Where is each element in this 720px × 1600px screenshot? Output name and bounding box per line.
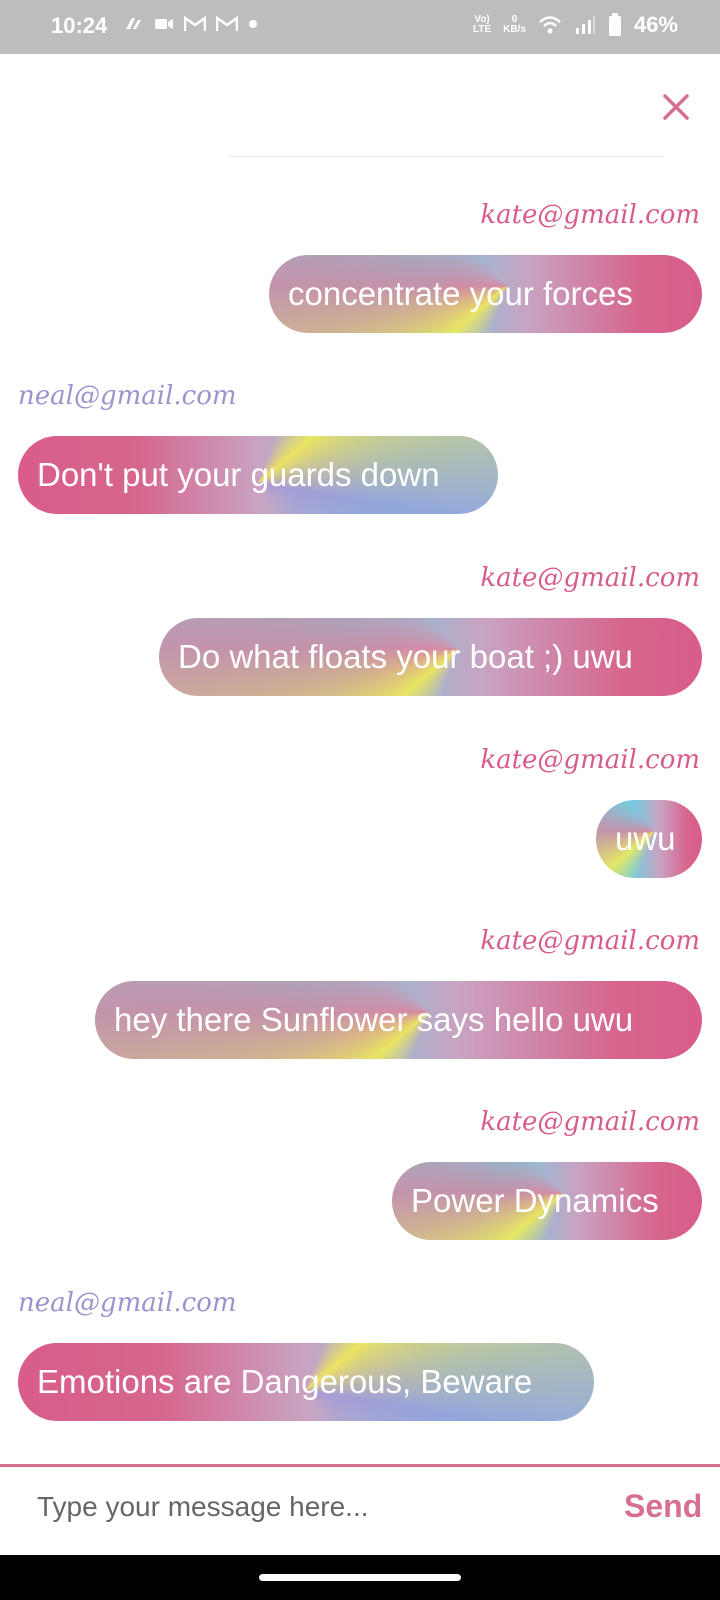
message-sender: kate@gmail.com: [480, 1107, 700, 1137]
signal-icon: [575, 16, 595, 34]
gmail-icon: [184, 16, 206, 31]
network-speed: 0 KB/s: [503, 14, 526, 35]
more-dot-icon: [249, 20, 257, 28]
message-sender: kate@gmail.com: [480, 563, 700, 593]
volte-lte-icon: Vo) LTE: [473, 14, 492, 35]
send-button[interactable]: Send: [624, 1488, 702, 1525]
battery-icon: [608, 13, 621, 36]
message-bubble[interactable]: Emotions are Dangerous, Beware: [18, 1343, 594, 1421]
notification-icons: [122, 15, 258, 33]
message-item: kate@gmail.com concentrate your forces: [0, 200, 702, 333]
home-gesture-handle[interactable]: [259, 1574, 461, 1581]
navigation-bar: [0, 1555, 720, 1600]
close-button[interactable]: [656, 87, 696, 127]
message-bubble[interactable]: Do what floats your boat ;) uwu: [159, 618, 702, 696]
video-camera-icon: [155, 19, 173, 29]
status-time: 10:24: [51, 13, 108, 38]
message-item: kate@gmail.com uwu: [0, 745, 702, 878]
message-item: kate@gmail.com Do what floats your boat …: [0, 563, 702, 696]
message-bubble[interactable]: concentrate your forces: [269, 255, 702, 333]
system-icons: Vo) LTE 0 KB/s 46%: [473, 12, 678, 38]
header-divider: [228, 156, 664, 157]
message-bubble[interactable]: Don't put your guards down: [18, 436, 498, 514]
message-composer: Type your message here... Send: [0, 1467, 720, 1555]
message-item: neal@gmail.com Emotions are Dangerous, B…: [18, 1288, 702, 1421]
message-item: kate@gmail.com hey there Sunflower says …: [0, 926, 702, 1059]
message-bubble[interactable]: uwu: [596, 800, 702, 878]
message-item: kate@gmail.com Power Dynamics: [0, 1107, 702, 1240]
message-input[interactable]: Type your message here...: [37, 1491, 369, 1523]
message-bubble[interactable]: hey there Sunflower says hello uwu: [95, 981, 702, 1059]
message-sender: kate@gmail.com: [480, 200, 700, 230]
message-sender: neal@gmail.com: [18, 381, 237, 411]
message-sender: kate@gmail.com: [480, 926, 700, 956]
message-bubble[interactable]: Power Dynamics: [392, 1162, 702, 1240]
battery-percent: 46%: [633, 12, 678, 37]
status-bar: 10:24 Vo) LTE 0 KB/s 46%: [0, 0, 720, 54]
message-sender: neal@gmail.com: [18, 1288, 237, 1318]
close-icon: [663, 94, 689, 120]
wifi-icon: [539, 16, 561, 34]
message-sender: kate@gmail.com: [480, 745, 700, 775]
gmail-icon: [216, 16, 238, 31]
app-notification-icon: [126, 18, 141, 29]
message-item: neal@gmail.com Don't put your guards dow…: [18, 381, 702, 514]
